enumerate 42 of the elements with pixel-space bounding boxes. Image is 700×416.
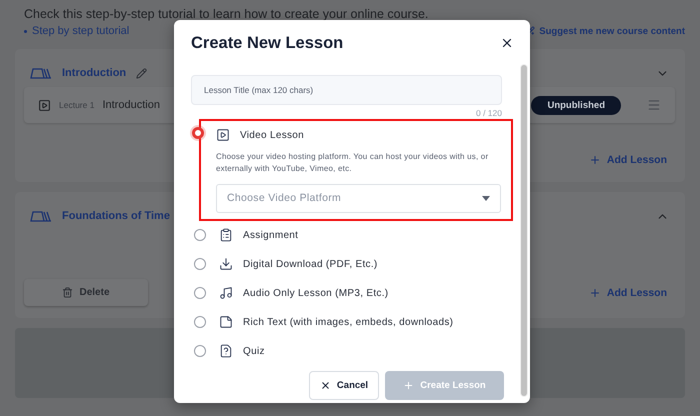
- document-icon: [219, 315, 233, 330]
- drag-handle-icon[interactable]: [647, 98, 661, 112]
- radio-button[interactable]: [194, 316, 206, 328]
- cancel-button[interactable]: Cancel: [309, 371, 379, 400]
- plus-icon: [588, 286, 601, 298]
- lesson-title-field[interactable]: Lesson Title (max 120 chars): [191, 75, 502, 105]
- lesson-type-label[interactable]: Audio Only Lesson (MP3, Etc.): [243, 288, 388, 299]
- download-icon: [219, 257, 233, 272]
- intro-text: Check this step-by-step tutorial to learn how to create your online course.: [23, 7, 430, 21]
- option-description: Choose your video hosting platform. You can host your videos with us, or externally with YouTube, Vimeo, etc.: [216, 151, 490, 176]
- lecture-title: Introduction: [102, 99, 160, 111]
- pencil-icon[interactable]: [136, 68, 148, 78]
- radio-button[interactable]: [192, 127, 204, 139]
- lesson-type-label[interactable]: Digital Download (PDF, Etc.): [243, 258, 378, 270]
- caret-icon: [482, 196, 490, 201]
- clipboard-icon: [219, 228, 233, 242]
- section-title: Introduction: [62, 67, 126, 79]
- radio-button[interactable]: [194, 344, 206, 357]
- question-icon: [219, 344, 233, 358]
- dialog-title: Create New Lesson: [191, 34, 344, 52]
- lesson-type-label[interactable]: Rich Text (with images, embeds, downloads): [243, 316, 454, 328]
- play-icon: [38, 98, 51, 112]
- status-badge: Unpublished: [531, 96, 621, 114]
- section-icon: [30, 210, 52, 222]
- section-icon: [30, 68, 52, 78]
- music-note-icon: [219, 286, 233, 300]
- radio-button[interactable]: [194, 228, 206, 241]
- radio-button[interactable]: [194, 258, 206, 270]
- plus-icon: [403, 380, 414, 391]
- scrollbar[interactable]: [520, 64, 528, 397]
- lecture-label: Lecture 1: [59, 100, 94, 110]
- radio-button[interactable]: [194, 286, 206, 299]
- play-icon: [216, 128, 230, 142]
- character-counter: 0 / 120: [475, 108, 502, 118]
- lesson-type-label[interactable]: Assignment: [243, 230, 298, 241]
- close-button[interactable]: [500, 36, 514, 50]
- section-title: Foundations of Time: [62, 210, 170, 222]
- lesson-type-label[interactable]: Video Lesson: [240, 130, 304, 140]
- plus-icon: [588, 154, 601, 166]
- trash-icon: [62, 287, 74, 298]
- close-icon: [320, 380, 331, 391]
- lesson-type-label[interactable]: Quiz: [243, 346, 265, 357]
